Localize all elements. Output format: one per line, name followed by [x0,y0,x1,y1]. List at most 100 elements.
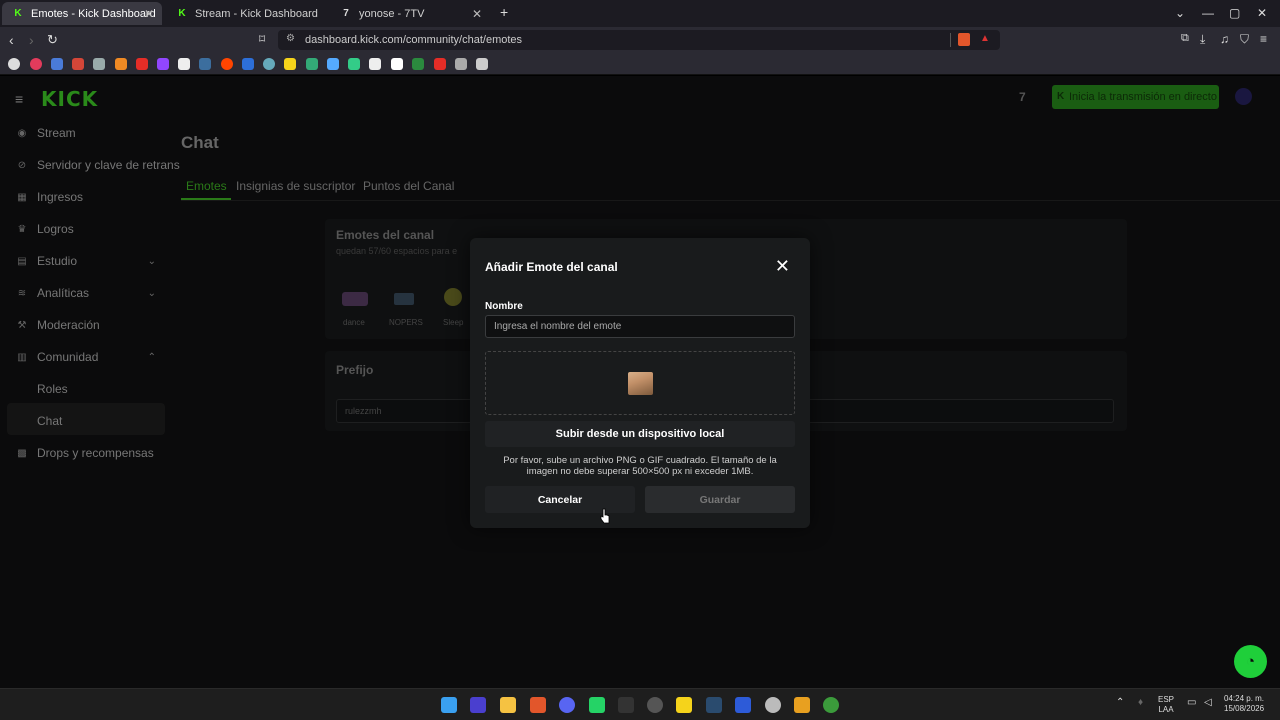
bookmark-icon[interactable] [327,58,339,70]
app-icon[interactable] [794,697,810,713]
kick-logo[interactable]: KICK [41,87,98,111]
youtube-icon[interactable] [434,58,446,70]
sidebar-item-analytics[interactable]: ≋ Analíticas ⌄ [16,282,166,304]
minimize-icon[interactable]: — [1202,6,1214,20]
tray-chevron-icon[interactable]: ⌃ [1116,697,1124,708]
bookmark-icon[interactable] [391,58,403,70]
start-menu-icon[interactable] [441,697,457,713]
bitwarden-icon[interactable] [735,697,751,713]
bookmark-icon[interactable] [93,58,105,70]
reddit-icon[interactable] [221,58,233,70]
microphone-icon[interactable]: ♦ [1138,697,1143,708]
emote-nopers-image[interactable] [394,293,414,305]
close-window-icon[interactable]: ✕ [1257,6,1267,20]
tab-subscriber-badges[interactable]: Insignias de suscriptor [236,179,355,193]
emote-sleep-image[interactable] [444,288,462,306]
close-tab-icon[interactable]: ✕ [144,7,154,21]
sidebar-item-moderation[interactable]: ⚒ Moderación [16,314,166,336]
app-icon[interactable] [676,697,692,713]
steam-icon[interactable] [199,58,211,70]
emote-dance-image[interactable] [342,292,368,306]
maximize-icon[interactable]: ▢ [1229,6,1240,20]
sidebar-item-community[interactable]: ▥ Comunidad ⌃ [16,346,166,368]
sidebar-item-server-key[interactable]: ⊘ Servidor y clave de retrans [16,154,181,176]
bookmark-icon[interactable] [369,58,381,70]
bookmark-icon[interactable] [306,58,318,70]
bookmark-icon[interactable] [455,58,467,70]
bookmark-icon[interactable] [476,58,488,70]
emote-name-input[interactable] [485,315,795,338]
bookmark-icon[interactable] [412,58,424,70]
tab-7tv[interactable]: 7 yonose - 7TV ✕ [330,2,490,25]
modal-title: Añadir Emote del canal [485,260,618,274]
forward-icon[interactable]: › [29,32,34,48]
obs-icon[interactable] [647,697,663,713]
brave-shield-icon[interactable] [958,33,970,46]
bookmark-icon[interactable] [348,58,360,70]
bookmark-icon[interactable] [284,58,296,70]
avatar[interactable] [1235,88,1252,105]
bookmark-icon[interactable] [8,58,20,70]
menu-icon[interactable]: ≡ [1260,32,1267,46]
steam-icon[interactable] [706,697,722,713]
sidebar-item-stream[interactable]: ◉ Stream [16,122,166,144]
monitor-icon[interactable]: ▭ [1187,697,1196,708]
sidebar-item-drops[interactable]: ▩ Drops y recompensas [16,442,166,464]
bookmark-icon[interactable] [242,58,254,70]
language-indicator[interactable]: ESP LAA [1158,695,1174,715]
reload-icon[interactable]: ↻ [47,32,58,48]
media-icon[interactable]: ♫ [1220,32,1229,46]
youtube-icon[interactable] [136,58,148,70]
tab-list-chevron-icon[interactable]: ⌄ [1175,6,1185,20]
brave-rewards-icon[interactable]: ▲ [980,33,990,44]
upload-local-button[interactable]: Subir desde un dispositivo local [485,421,795,447]
7tv-icon[interactable]: 7 [1019,90,1026,104]
downloads-icon[interactable]: ⤓ [1200,32,1205,47]
sidebar-item-chat[interactable]: Chat [37,414,62,428]
browser-tab-bar: K Emotes - Kick Dashboard ✕ K Stream - K… [0,0,1280,27]
gmail-icon[interactable] [72,58,84,70]
back-icon[interactable]: ‹ [9,32,14,48]
bookmark-icon[interactable] [115,58,127,70]
settings-icon[interactable] [765,697,781,713]
help-chat-button[interactable]: ◔ [1234,645,1267,678]
hamburger-menu-icon[interactable]: ≡ [15,91,23,107]
sidebar-item-studio[interactable]: ▤ Estudio ⌄ [16,250,166,272]
xbox-icon[interactable] [823,697,839,713]
sidebar-item-label: Servidor y clave de retrans [37,158,180,172]
chevron-up-icon: ⌃ [147,351,156,363]
whatsapp-icon[interactable] [589,697,605,713]
discord-icon[interactable] [559,697,575,713]
clock[interactable]: 04:24 p. m. 15/08/2026 [1224,694,1264,714]
bookmark-icon[interactable] [51,58,63,70]
tab-stream[interactable]: K Stream - Kick Dashboard [166,2,326,25]
cancel-button[interactable]: Cancelar [485,486,635,513]
extensions-icon[interactable]: ⧉ [1181,32,1189,45]
x-icon[interactable] [178,58,190,70]
close-icon[interactable]: ✕ [775,256,790,277]
image-dropzone[interactable] [485,351,795,415]
new-tab-button[interactable]: + [500,4,508,20]
tab-channel-points[interactable]: Puntos del Canal [363,179,454,193]
volume-icon[interactable]: ◁ [1204,697,1212,708]
app-icon[interactable] [470,697,486,713]
tab-emotes[interactable]: Emotes [186,179,227,193]
sidebar-item-achievements[interactable]: ♛ Logros [16,218,166,240]
bookmark-icon[interactable] [30,58,42,70]
sidebar-item-income[interactable]: ▦ Ingresos [16,186,166,208]
save-button[interactable]: Guardar [645,486,795,513]
file-explorer-icon[interactable] [500,697,516,713]
vpn-icon[interactable]: ⛉ [1240,32,1249,47]
start-stream-button[interactable]: K Inicia la transmisión en directo [1052,85,1219,109]
close-tab-icon[interactable]: ✕ [472,7,482,21]
url-text: dashboard.kick.com/community/chat/emotes [305,34,523,46]
brave-icon[interactable] [530,697,546,713]
epic-games-icon[interactable] [618,697,634,713]
bookmark-icon[interactable]: ⌑ [259,32,265,46]
bookmark-icon[interactable] [263,58,275,70]
twitch-icon[interactable] [157,58,169,70]
tab-emotes[interactable]: K Emotes - Kick Dashboard ✕ [2,2,162,25]
sidebar-item-roles[interactable]: Roles [37,382,68,396]
url-field[interactable]: ⚙ dashboard.kick.com/community/chat/emot… [278,30,1000,50]
site-info-icon[interactable]: ⚙ [286,33,295,44]
